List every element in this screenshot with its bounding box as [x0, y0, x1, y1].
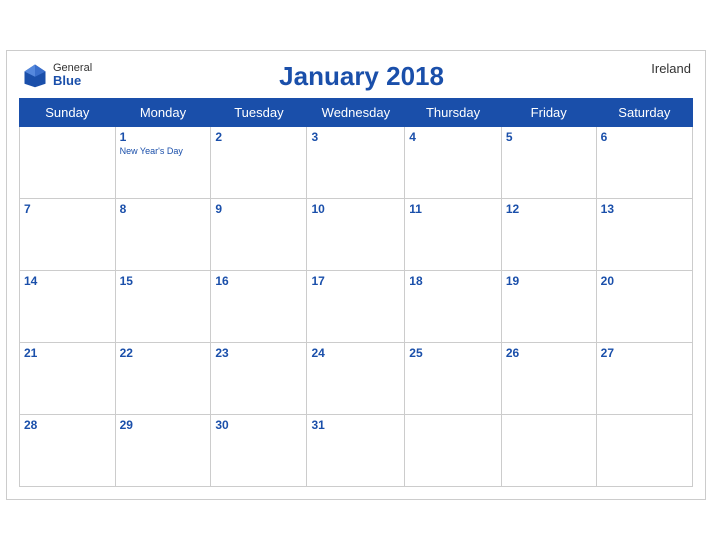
calendar-body: 1New Year's Day2345678910111213141516171…: [20, 127, 693, 487]
day-number-8: 8: [120, 202, 207, 216]
day-number-2: 2: [215, 130, 302, 144]
calendar-cell-w4c6: [596, 415, 692, 487]
day-number-27: 27: [601, 346, 688, 360]
calendar-cell-w1c3: 10: [307, 199, 405, 271]
header-friday: Friday: [501, 99, 596, 127]
calendar-cell-w4c2: 30: [211, 415, 307, 487]
calendar-cell-w0c2: 2: [211, 127, 307, 199]
day-number-12: 12: [506, 202, 592, 216]
header-monday: Monday: [115, 99, 211, 127]
calendar-cell-w3c5: 26: [501, 343, 596, 415]
calendar-grid: Sunday Monday Tuesday Wednesday Thursday…: [19, 98, 693, 487]
day-number-10: 10: [311, 202, 400, 216]
day-number-1: 1: [120, 130, 207, 144]
day-number-7: 7: [24, 202, 111, 216]
day-number-22: 22: [120, 346, 207, 360]
header-wednesday: Wednesday: [307, 99, 405, 127]
calendar-header: General Blue January 2018 Ireland: [19, 61, 693, 92]
calendar-cell-w0c5: 5: [501, 127, 596, 199]
calendar-week-row-3: 21 22 23 24 25 26 27: [20, 343, 693, 415]
calendar-cell-w2c3: 17: [307, 271, 405, 343]
day-number-30: 30: [215, 418, 302, 432]
calendar-cell-w1c0: 7: [20, 199, 116, 271]
calendar-week-row-2: 14 15 16 17 18 19 20: [20, 271, 693, 343]
day-number-18: 18: [409, 274, 497, 288]
calendar-cell-w3c1: 22: [115, 343, 211, 415]
calendar-cell-w4c5: [501, 415, 596, 487]
weekday-header-row: Sunday Monday Tuesday Wednesday Thursday…: [20, 99, 693, 127]
calendar-week-row-1: 789 10 11 12 13: [20, 199, 693, 271]
day-number-9: 9: [215, 202, 302, 216]
day-number-20: 20: [601, 274, 688, 288]
day-number-17: 17: [311, 274, 400, 288]
calendar-cell-w3c2: 23: [211, 343, 307, 415]
calendar-week-row-0: 1 New Year's Day 23456: [20, 127, 693, 199]
day-number-28: 28: [24, 418, 111, 432]
calendar-cell-w2c4: 18: [405, 271, 502, 343]
calendar-cell-w1c6: 13: [596, 199, 692, 271]
calendar-cell-w1c2: 9: [211, 199, 307, 271]
day-number-21: 21: [24, 346, 111, 360]
calendar-cell-w4c3: 31: [307, 415, 405, 487]
calendar-week-row-4: 28 29 30 31: [20, 415, 693, 487]
day-number-6: 6: [601, 130, 688, 144]
day-number-15: 15: [120, 274, 207, 288]
day-number-11: 11: [409, 202, 497, 216]
generalblue-logo-icon: [21, 61, 49, 89]
header-saturday: Saturday: [596, 99, 692, 127]
day-number-24: 24: [311, 346, 400, 360]
calendar-cell-w4c0: 28: [20, 415, 116, 487]
calendar-cell-w1c5: 12: [501, 199, 596, 271]
header-thursday: Thursday: [405, 99, 502, 127]
calendar-title: January 2018: [92, 61, 631, 92]
day-number-26: 26: [506, 346, 592, 360]
header-tuesday: Tuesday: [211, 99, 307, 127]
logo-text: General Blue: [53, 62, 92, 88]
calendar-cell-w0c0: [20, 127, 116, 199]
calendar-cell-w2c6: 20: [596, 271, 692, 343]
holiday-label-1: New Year's Day: [120, 146, 207, 157]
day-number-5: 5: [506, 130, 592, 144]
day-number-19: 19: [506, 274, 592, 288]
calendar-cell-w3c4: 25: [405, 343, 502, 415]
calendar-cell-w1c1: 8: [115, 199, 211, 271]
calendar-cell-w3c3: 24: [307, 343, 405, 415]
calendar-cell-w3c0: 21: [20, 343, 116, 415]
calendar-cell-w2c5: 19: [501, 271, 596, 343]
day-number-14: 14: [24, 274, 111, 288]
calendar-cell-w3c6: 27: [596, 343, 692, 415]
header-sunday: Sunday: [20, 99, 116, 127]
day-number-23: 23: [215, 346, 302, 360]
calendar-cell-w1c4: 11: [405, 199, 502, 271]
calendar-cell-w4c4: [405, 415, 502, 487]
calendar-cell-w2c2: 16: [211, 271, 307, 343]
logo-area: General Blue: [21, 61, 92, 89]
calendar-cell-w4c1: 29: [115, 415, 211, 487]
day-number-4: 4: [409, 130, 497, 144]
calendar-cell-w0c3: 3: [307, 127, 405, 199]
calendar-cell-w0c4: 4: [405, 127, 502, 199]
calendar-cell-w2c0: 14: [20, 271, 116, 343]
day-number-31: 31: [311, 418, 400, 432]
country-label: Ireland: [631, 61, 691, 76]
calendar-cell-w0c6: 6: [596, 127, 692, 199]
day-number-29: 29: [120, 418, 207, 432]
calendar-cell-w2c1: 15: [115, 271, 211, 343]
calendar-container: General Blue January 2018 Ireland Sunday…: [6, 50, 706, 500]
day-number-3: 3: [311, 130, 400, 144]
day-number-13: 13: [601, 202, 688, 216]
calendar-cell-w0c1: 1 New Year's Day: [115, 127, 211, 199]
day-number-25: 25: [409, 346, 497, 360]
logo-blue-text: Blue: [53, 74, 92, 88]
day-number-16: 16: [215, 274, 302, 288]
